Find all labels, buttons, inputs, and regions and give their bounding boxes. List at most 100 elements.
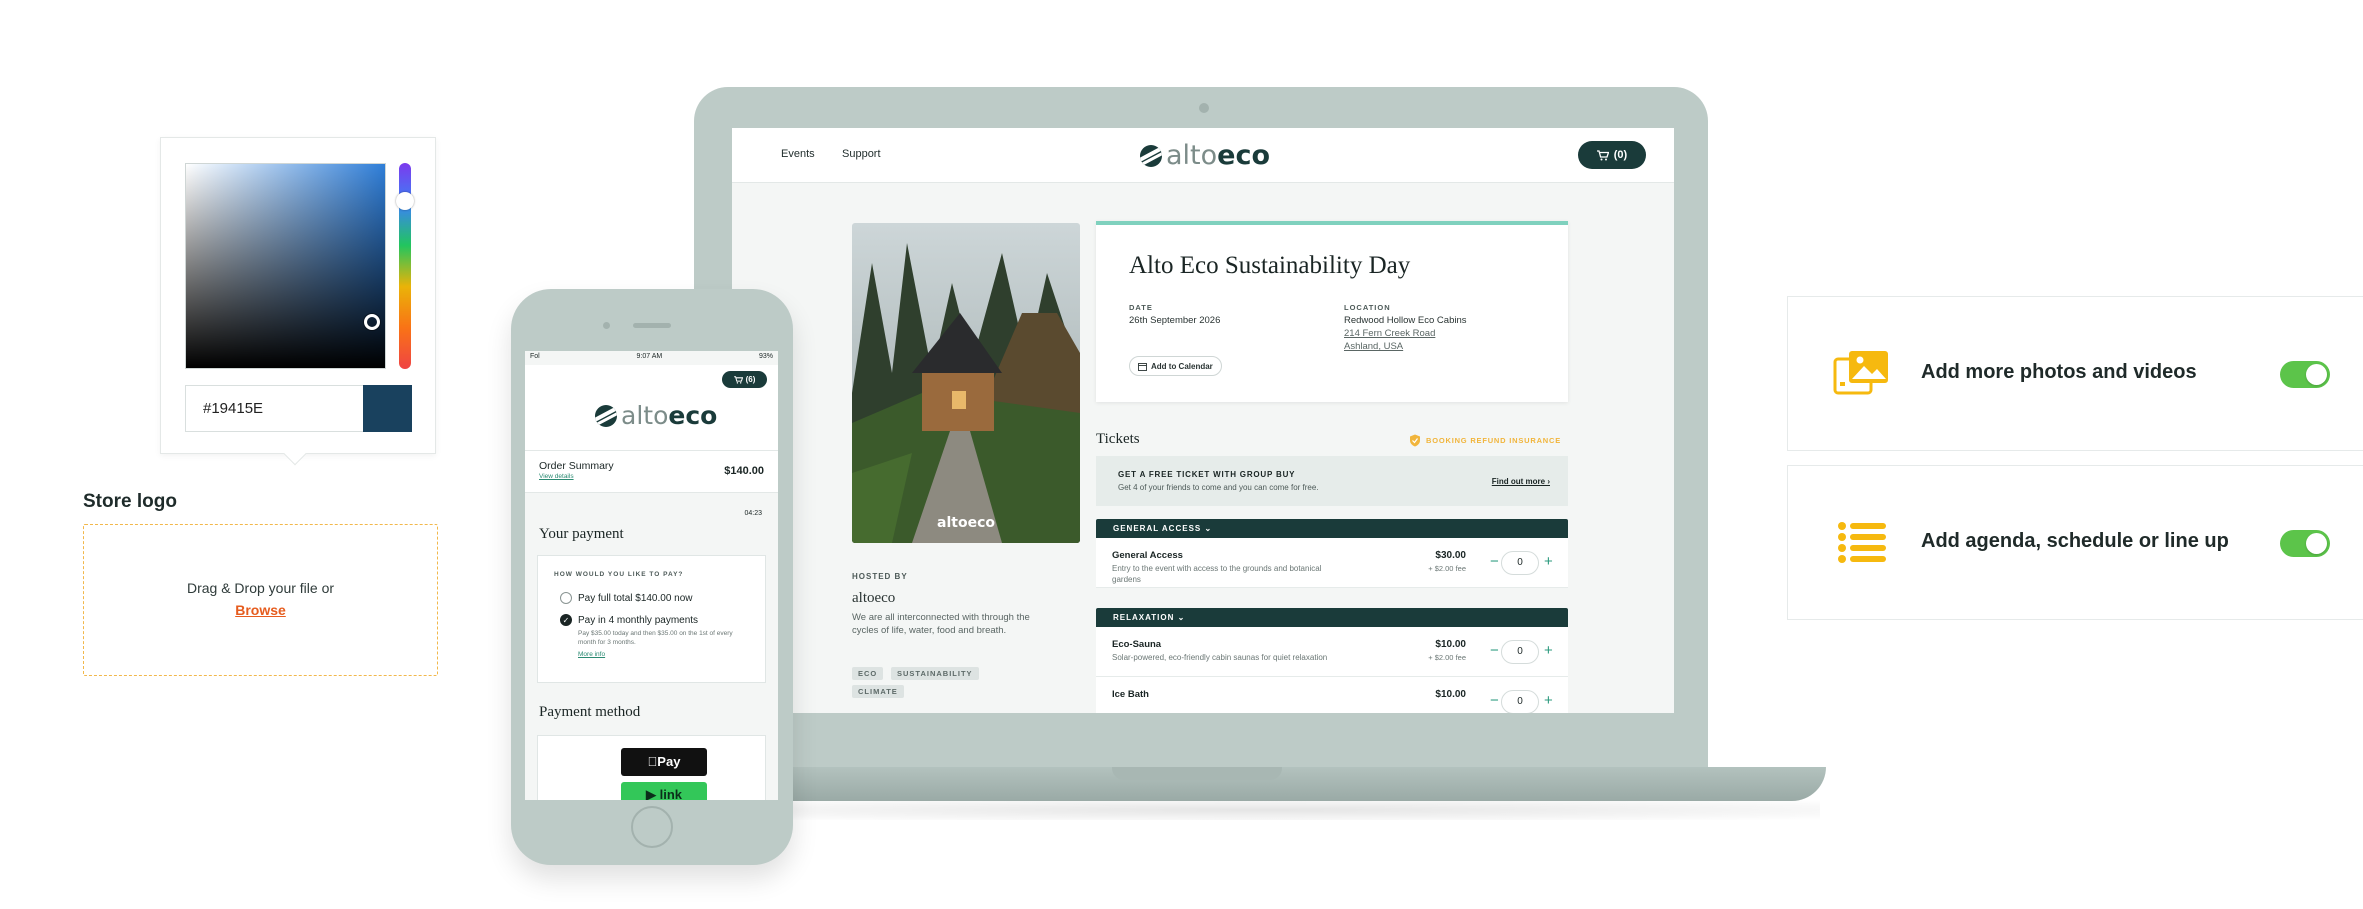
ticket-description: Entry to the event with access to the gr… xyxy=(1112,564,1322,584)
phone-screen: Fol 9:07 AM 93% (6) alto eco Order Summar… xyxy=(525,351,778,800)
color-picker: #19415E xyxy=(160,137,436,466)
ticket-quantity[interactable]: 0 xyxy=(1501,551,1539,575)
feature-photos: Add more photos and videos xyxy=(1787,296,2363,451)
ticket-name: Ice Bath xyxy=(1112,689,1149,700)
refund-insurance-badge: BOOKING REFUND INSURANCE xyxy=(1409,434,1561,447)
laptop-camera xyxy=(1199,103,1209,113)
pay-full-label[interactable]: Pay full total $140.00 now xyxy=(578,593,693,604)
hue-slider-handle[interactable] xyxy=(396,192,414,210)
store-logo-title: Store logo xyxy=(83,491,177,512)
cabin-photo-image xyxy=(852,223,1080,543)
hex-color-input[interactable]: #19415E xyxy=(185,385,363,432)
section-general-access[interactable]: GENERAL ACCESS ⌄ xyxy=(1096,519,1568,538)
section-relaxation-label: RELAXATION xyxy=(1113,613,1175,622)
link-pay-button[interactable]: ▶ link xyxy=(621,782,707,800)
pay-monthly-radio[interactable]: ✓ xyxy=(560,614,572,626)
calendar-icon xyxy=(1138,362,1147,371)
event-photo: altoeco xyxy=(852,223,1080,543)
decrease-quantity-button[interactable]: − xyxy=(1490,642,1499,659)
browse-link[interactable]: Browse xyxy=(235,602,286,618)
apple-pay-button[interactable]: Pay xyxy=(621,748,707,776)
mobile-cart-count: (6) xyxy=(745,375,756,384)
color-handle[interactable] xyxy=(364,314,380,330)
list-icon xyxy=(1838,522,1886,563)
pay-monthly-label[interactable]: Pay in 4 monthly payments xyxy=(578,615,698,626)
increase-quantity-button[interactable]: + xyxy=(1544,553,1553,570)
ticket-price: $30.00 xyxy=(1435,550,1466,561)
mobile-header: (6) alto eco xyxy=(525,365,778,451)
chevron-down-icon: ⌄ xyxy=(1177,613,1186,622)
tag-eco[interactable]: ECO xyxy=(852,667,884,680)
tickets-title: Tickets xyxy=(1096,431,1140,447)
order-summary-title: Order Summary xyxy=(539,460,614,472)
agenda-toggle[interactable] xyxy=(2280,530,2330,557)
event-date: 26th September 2026 xyxy=(1129,315,1221,326)
group-buy-promo: GET A FREE TICKET WITH GROUP BUY Get 4 o… xyxy=(1096,456,1568,506)
nav-support[interactable]: Support xyxy=(842,148,881,160)
picker-pointer xyxy=(283,442,307,466)
address-line-1[interactable]: 214 Fern Creek Road xyxy=(1344,328,1435,339)
cart-count: (0) xyxy=(1613,149,1628,161)
order-total: $140.00 xyxy=(724,465,764,477)
ticket-row: General Access Entry to the event with a… xyxy=(1096,538,1568,588)
add-to-calendar-label: Add to Calendar xyxy=(1151,361,1213,371)
view-details-link[interactable]: View details xyxy=(539,473,574,480)
phone-home-button xyxy=(631,806,673,848)
phone-status-bar: Fol 9:07 AM 93% xyxy=(525,351,778,365)
site-header: Events Support alto eco (0) xyxy=(732,128,1674,183)
find-out-more-link[interactable]: Find out more › xyxy=(1492,477,1550,486)
photos-icon xyxy=(1833,351,1888,395)
logo-text-eco: eco xyxy=(668,401,718,430)
checkout-timer: 04:23 xyxy=(744,510,762,517)
section-relaxation[interactable]: RELAXATION ⌄ xyxy=(1096,608,1568,627)
shield-icon xyxy=(1410,434,1420,447)
increase-quantity-button[interactable]: + xyxy=(1544,642,1553,659)
cart-button[interactable]: (0) xyxy=(1578,141,1646,169)
color-swatch xyxy=(363,385,412,432)
more-info-link[interactable]: More info xyxy=(578,651,605,658)
ticket-quantity[interactable]: 0 xyxy=(1501,690,1539,713)
dropzone-text: Drag & Drop your file or xyxy=(186,580,335,596)
add-to-calendar-button[interactable]: Add to Calendar xyxy=(1129,356,1222,376)
payment-question: HOW WOULD YOU LIKE TO PAY? xyxy=(554,571,684,578)
tag-sustainability[interactable]: SUSTAINABILITY xyxy=(891,667,979,680)
battery-label: 93% xyxy=(758,353,773,360)
saturation-value-area[interactable] xyxy=(185,163,386,369)
logo-text-eco: eco xyxy=(1217,140,1271,171)
feature-agenda-label: Add agenda, schedule or line up xyxy=(1921,530,2229,552)
mobile-site-logo[interactable]: alto eco xyxy=(595,401,717,430)
logo-dropzone[interactable]: Drag & Drop your file or Browse xyxy=(83,524,438,676)
status-time: 9:07 AM xyxy=(636,353,663,360)
your-payment-title: Your payment xyxy=(539,526,624,542)
payment-options-card: HOW WOULD YOU LIKE TO PAY? Pay full tota… xyxy=(537,555,766,683)
leaf-logo-icon xyxy=(1140,144,1162,167)
location-name: Redwood Hollow Eco Cabins xyxy=(1344,315,1467,326)
ticket-quantity[interactable]: 0 xyxy=(1501,640,1539,664)
play-icon: ▶ xyxy=(645,787,656,800)
photos-toggle[interactable] xyxy=(2280,361,2330,388)
toggle-knob xyxy=(2306,364,2327,385)
ticket-fee: + $2.00 fee xyxy=(1428,564,1466,573)
pay-full-radio[interactable] xyxy=(560,592,572,604)
mobile-cart-button[interactable]: (6) xyxy=(722,371,767,388)
location-label: LOCATION xyxy=(1344,303,1391,312)
refund-insurance-text: BOOKING REFUND INSURANCE xyxy=(1426,436,1562,445)
decrease-quantity-button[interactable]: − xyxy=(1490,553,1499,570)
event-title: Alto Eco Sustainability Day xyxy=(1129,252,1411,279)
cart-icon xyxy=(1596,149,1609,160)
toggle-knob xyxy=(2306,533,2327,554)
laptop-screen: Events Support alto eco (0) altoeco HOST… xyxy=(732,128,1674,713)
nav-events[interactable]: Events xyxy=(781,148,815,160)
phone-speaker xyxy=(633,323,671,328)
promo-title: GET A FREE TICKET WITH GROUP BUY xyxy=(1118,470,1296,479)
ticket-row: Ice Bath $10.00 − 0 + xyxy=(1096,677,1568,713)
increase-quantity-button[interactable]: + xyxy=(1544,692,1553,709)
decrease-quantity-button[interactable]: − xyxy=(1490,692,1499,709)
address-line-2[interactable]: Ashland, USA xyxy=(1344,341,1403,352)
site-logo[interactable]: alto eco xyxy=(1140,140,1270,171)
tag-climate[interactable]: CLIMATE xyxy=(852,685,904,698)
payment-method-card: Pay ▶ link xyxy=(537,735,766,800)
logo-text-alto: alto xyxy=(621,401,669,430)
host-name[interactable]: altoeco xyxy=(852,590,895,607)
ticket-row: Eco-Sauna Solar-powered, eco-friendly ca… xyxy=(1096,627,1568,677)
